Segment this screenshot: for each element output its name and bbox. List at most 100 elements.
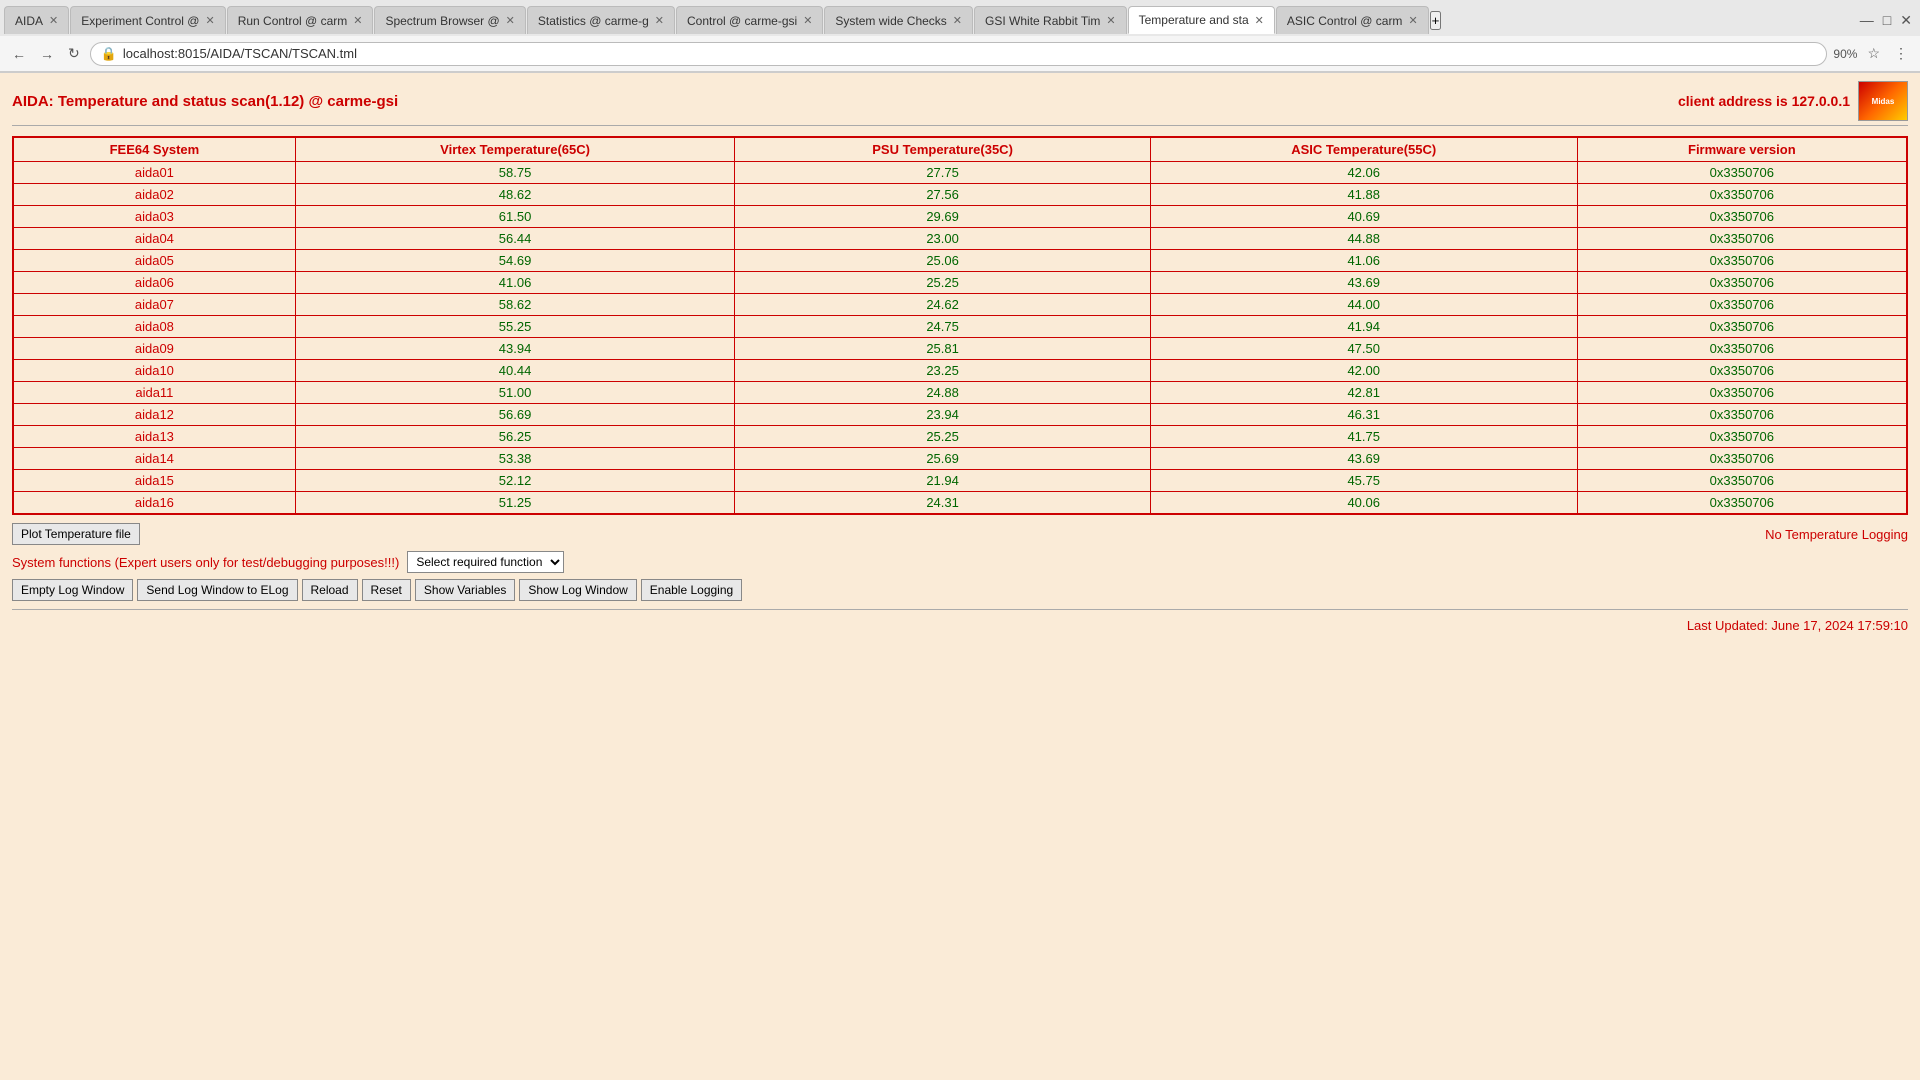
data-cell: 42.06 [1150,162,1577,184]
page-content: AIDA: Temperature and status scan(1.12) … [0,73,1920,673]
table-row: aida1256.6923.9446.310x3350706 [13,404,1907,426]
system-name-cell: aida08 [13,316,295,338]
data-cell: 0x3350706 [1577,250,1907,272]
data-cell: 48.62 [295,184,735,206]
data-cell: 40.06 [1150,492,1577,515]
tab-experiment[interactable]: Experiment Control @ ✕ [70,6,225,34]
send-log-elog-button[interactable]: Send Log Window to ELog [137,579,297,601]
table-row: aida1651.2524.3140.060x3350706 [13,492,1907,515]
close-icon[interactable]: ✕ [49,14,58,27]
bookmark-button[interactable]: ☆ [1863,43,1884,64]
minimize-button[interactable]: — [1856,10,1878,30]
data-cell: 56.69 [295,404,735,426]
system-name-cell: aida12 [13,404,295,426]
enable-logging-button[interactable]: Enable Logging [641,579,742,601]
data-cell: 44.00 [1150,294,1577,316]
forward-button[interactable]: → [36,44,58,64]
data-cell: 40.69 [1150,206,1577,228]
table-row: aida0158.7527.7542.060x3350706 [13,162,1907,184]
page-header: AIDA: Temperature and status scan(1.12) … [12,81,1908,121]
col-header-virtex: Virtex Temperature(65C) [295,137,735,162]
col-header-system: FEE64 System [13,137,295,162]
extensions-button[interactable]: ⋮ [1890,43,1912,64]
tab-temperature[interactable]: Temperature and sta ✕ [1128,6,1275,34]
tab-aida[interactable]: AIDA ✕ [4,6,69,34]
reload-button[interactable]: ↻ [64,43,84,64]
table-row: aida0943.9425.8147.500x3350706 [13,338,1907,360]
show-log-window-button[interactable]: Show Log Window [519,579,636,601]
close-icon[interactable]: ✕ [1255,14,1264,27]
url-bar[interactable]: 🔒 localhost:8015/AIDA/TSCAN/TSCAN.tml [90,42,1828,66]
data-cell: 24.62 [735,294,1150,316]
system-name-cell: aida09 [13,338,295,360]
empty-log-button[interactable]: Empty Log Window [12,579,133,601]
data-cell: 42.81 [1150,382,1577,404]
data-cell: 56.25 [295,426,735,448]
table-row: aida0248.6227.5641.880x3350706 [13,184,1907,206]
data-cell: 24.88 [735,382,1150,404]
action-buttons-row: Empty Log Window Send Log Window to ELog… [12,579,1908,601]
data-cell: 41.75 [1150,426,1577,448]
restore-button[interactable]: □ [1879,10,1895,30]
tab-run-control[interactable]: Run Control @ carm ✕ [227,6,374,34]
data-cell: 0x3350706 [1577,360,1907,382]
reload-button[interactable]: Reload [302,579,358,601]
table-row: aida1552.1221.9445.750x3350706 [13,470,1907,492]
close-icon[interactable]: ✕ [353,14,362,27]
close-icon[interactable]: ✕ [205,14,214,27]
system-name-cell: aida02 [13,184,295,206]
tab-asic[interactable]: ASIC Control @ carm ✕ [1276,6,1429,34]
close-icon[interactable]: ✕ [1408,14,1417,27]
close-icon[interactable]: ✕ [655,14,664,27]
new-tab-button[interactable]: + [1430,11,1442,30]
data-cell: 25.06 [735,250,1150,272]
reset-button[interactable]: Reset [362,579,411,601]
window-close-button[interactable]: ✕ [1896,10,1916,31]
table-row: aida1151.0024.8842.810x3350706 [13,382,1907,404]
tab-spectrum[interactable]: Spectrum Browser @ ✕ [374,6,525,34]
browser-chrome: AIDA ✕ Experiment Control @ ✕ Run Contro… [0,0,1920,73]
data-cell: 42.00 [1150,360,1577,382]
data-cell: 43.69 [1150,448,1577,470]
data-cell: 58.75 [295,162,735,184]
footer-divider [12,609,1908,610]
data-cell: 55.25 [295,316,735,338]
tab-control[interactable]: Control @ carme-gsi ✕ [676,6,823,34]
data-cell: 41.88 [1150,184,1577,206]
system-name-cell: aida14 [13,448,295,470]
close-icon[interactable]: ✕ [953,14,962,27]
data-cell: 25.69 [735,448,1150,470]
back-button[interactable]: ← [8,44,30,64]
system-name-cell: aida05 [13,250,295,272]
data-cell: 0x3350706 [1577,294,1907,316]
data-cell: 0x3350706 [1577,316,1907,338]
show-variables-button[interactable]: Show Variables [415,579,516,601]
system-name-cell: aida07 [13,294,295,316]
last-updated: Last Updated: June 17, 2024 17:59:10 [12,618,1908,633]
data-cell: 0x3350706 [1577,272,1907,294]
header-divider [12,125,1908,126]
table-row: aida0641.0625.2543.690x3350706 [13,272,1907,294]
col-header-psu: PSU Temperature(35C) [735,137,1150,162]
data-cell: 61.50 [295,206,735,228]
plot-temperature-button[interactable]: Plot Temperature file [12,523,140,545]
close-icon[interactable]: ✕ [803,14,812,27]
data-cell: 0x3350706 [1577,162,1907,184]
close-icon[interactable]: ✕ [1106,14,1115,27]
data-cell: 25.25 [735,426,1150,448]
system-name-cell: aida11 [13,382,295,404]
tab-gsi-wr[interactable]: GSI White Rabbit Tim ✕ [974,6,1127,34]
logo: Midas [1858,81,1908,121]
data-cell: 0x3350706 [1577,382,1907,404]
system-functions-row: System functions (Expert users only for … [12,551,1908,573]
data-cell: 47.50 [1150,338,1577,360]
tab-systemwide[interactable]: System wide Checks ✕ [824,6,973,34]
tab-statistics[interactable]: Statistics @ carme-g ✕ [527,6,675,34]
data-cell: 0x3350706 [1577,448,1907,470]
function-select[interactable]: Select required function [407,551,564,573]
data-cell: 41.06 [1150,250,1577,272]
close-icon[interactable]: ✕ [506,14,515,27]
no-logging-status: No Temperature Logging [1765,527,1908,542]
data-cell: 53.38 [295,448,735,470]
data-cell: 25.81 [735,338,1150,360]
